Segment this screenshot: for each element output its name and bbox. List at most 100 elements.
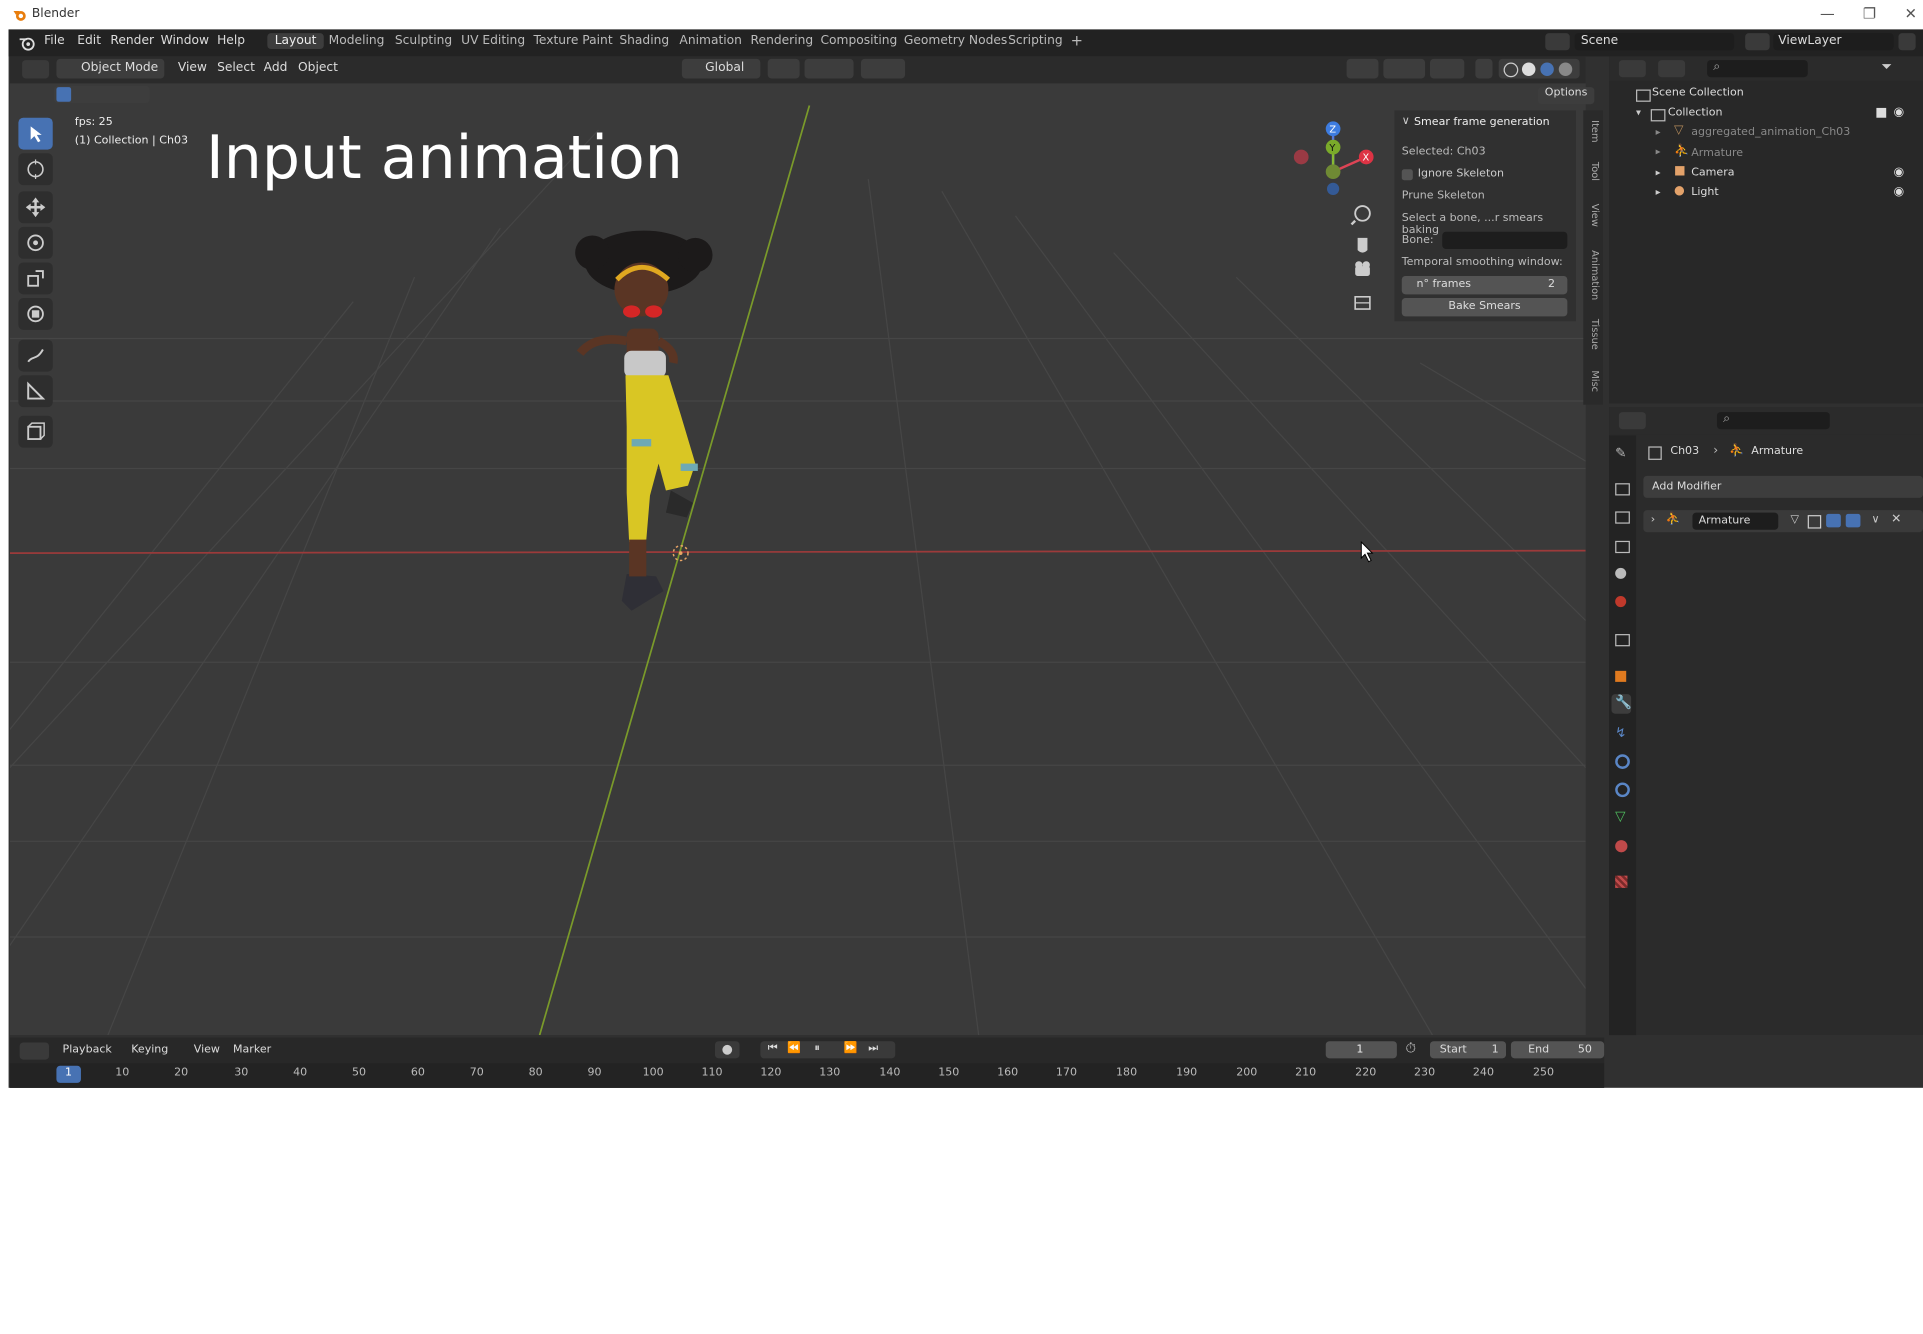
playback-controls[interactable]: ⏮ ⏪ ⏸ ⏩ ⏭: [760, 1041, 896, 1059]
chevron-down-icon[interactable]: ∨: [1871, 514, 1879, 526]
modifier-toggle-icons[interactable]: ▽: [1791, 513, 1865, 529]
view-layer-selector-icon[interactable]: [1745, 33, 1770, 51]
tab-geometry-nodes[interactable]: Geometry Nodes: [901, 34, 1009, 47]
pivot-point-icon[interactable]: [767, 58, 800, 79]
particles-tab-icon[interactable]: ↯: [1615, 725, 1626, 741]
collection-checkbox[interactable]: [1876, 107, 1887, 118]
timeline-menu-keying[interactable]: Keying: [131, 1044, 168, 1056]
tab-tissue[interactable]: Tissue: [1586, 319, 1600, 350]
viewport-menu-object[interactable]: Object: [298, 61, 338, 74]
view-layer-tab-icon[interactable]: [1615, 540, 1630, 554]
start-frame-field[interactable]: Start 1: [1429, 1041, 1507, 1059]
timeline-editor-type-icon[interactable]: [19, 1042, 50, 1060]
transform-tool[interactable]: [18, 298, 53, 330]
tab-layout[interactable]: Layout: [267, 33, 324, 50]
bone-field[interactable]: [1442, 231, 1568, 249]
timeline-menu-view[interactable]: View: [194, 1044, 220, 1056]
frames-field[interactable]: n° frames 2: [1401, 275, 1568, 295]
blender-menu-icon[interactable]: [18, 34, 35, 51]
tool-tab-icon[interactable]: ✎: [1615, 445, 1626, 461]
viewport-options-button[interactable]: Options: [1537, 87, 1595, 105]
scale-tool[interactable]: [18, 262, 53, 295]
proportional-editing-icon[interactable]: [860, 58, 906, 79]
overlay-toggle-icon[interactable]: [1429, 58, 1465, 79]
visibility-icon[interactable]: [1346, 58, 1379, 79]
expand-item-icon[interactable]: ▸: [1656, 146, 1661, 157]
eye-icon[interactable]: ◉: [1894, 185, 1905, 198]
viewport-menu-select[interactable]: Select: [217, 61, 255, 74]
rotate-tool[interactable]: [18, 226, 53, 259]
stopwatch-icon[interactable]: ⏱: [1405, 1040, 1416, 1057]
tab-view[interactable]: View: [1586, 204, 1600, 227]
tab-animation[interactable]: Animation: [677, 34, 744, 47]
menu-edit[interactable]: Edit: [77, 34, 101, 47]
annotate-tool[interactable]: [18, 339, 53, 372]
tab-tool[interactable]: Tool: [1586, 162, 1600, 181]
shading-mode-icons[interactable]: [1498, 58, 1580, 79]
constraints-tab-icon[interactable]: [1615, 782, 1630, 798]
material-tab-icon[interactable]: [1615, 840, 1628, 853]
snapping-icon[interactable]: [804, 58, 854, 79]
properties-search-input[interactable]: ⌕: [1716, 412, 1830, 430]
chevron-right-icon[interactable]: ›: [1651, 514, 1655, 526]
viewport-menu-view[interactable]: View: [178, 61, 207, 74]
tab-sculpting[interactable]: Sculpting: [392, 34, 454, 47]
navigation-gizmo[interactable]: Z Y X: [1290, 118, 1381, 196]
current-frame-field[interactable]: 1: [1325, 1041, 1397, 1059]
chevron-down-icon[interactable]: ∨: [1402, 115, 1410, 127]
pause-icon[interactable]: ⏸: [814, 1042, 820, 1054]
texture-tab-icon[interactable]: [1615, 875, 1628, 888]
data-tab-icon[interactable]: ▽: [1615, 808, 1625, 824]
view-layer-options-icon[interactable]: [1898, 33, 1916, 51]
selection-mode-icons[interactable]: [53, 85, 150, 104]
expand-item-icon[interactable]: ▸: [1656, 126, 1661, 137]
tab-misc[interactable]: Misc: [1586, 370, 1600, 392]
xray-toggle-icon[interactable]: [1475, 58, 1493, 79]
add-cube-tool[interactable]: [18, 415, 53, 448]
ignore-skeleton-checkbox[interactable]: [1401, 169, 1413, 181]
tab-modeling[interactable]: Modeling: [326, 34, 387, 47]
eye-icon[interactable]: ◉: [1894, 105, 1905, 118]
tab-shading[interactable]: Shading: [617, 34, 672, 47]
menu-render[interactable]: Render: [110, 34, 154, 47]
bake-smears-button[interactable]: Bake Smears: [1401, 298, 1568, 317]
add-modifier-button[interactable]: Add Modifier: [1643, 475, 1923, 498]
physics-tab-icon[interactable]: [1615, 754, 1630, 769]
filter-icon[interactable]: ⏷: [1881, 59, 1892, 76]
tab-animation-panel[interactable]: Animation: [1586, 250, 1600, 300]
render-tab-icon[interactable]: [1615, 483, 1630, 496]
cursor-tool[interactable]: [18, 153, 53, 186]
collection-label[interactable]: Collection: [1668, 107, 1723, 119]
outliner-search-input[interactable]: ⌕: [1707, 60, 1808, 78]
expand-item-icon[interactable]: ▸: [1656, 167, 1661, 178]
editor-type-icon[interactable]: [22, 60, 50, 79]
end-frame-field[interactable]: End 50: [1510, 1041, 1605, 1059]
tab-scripting[interactable]: Scripting: [1006, 34, 1065, 47]
jump-start-icon[interactable]: ⏮: [768, 1042, 778, 1054]
menu-file[interactable]: File: [44, 34, 65, 47]
expand-item-icon[interactable]: ▸: [1656, 186, 1661, 197]
tab-item[interactable]: Item: [1586, 120, 1600, 142]
scene-selector-icon[interactable]: [1545, 33, 1570, 51]
timeline-menu-playback[interactable]: Playback: [63, 1044, 112, 1056]
breadcrumb-object[interactable]: Ch03: [1670, 445, 1699, 457]
tab-texture-paint[interactable]: Texture Paint: [531, 34, 615, 47]
outliner-item-light[interactable]: Light: [1691, 186, 1719, 198]
outliner-item-armature[interactable]: Armature: [1691, 147, 1743, 159]
outliner-item-camera[interactable]: Camera: [1691, 167, 1734, 179]
prev-keyframe-icon[interactable]: ⏪: [787, 1042, 801, 1054]
panel-header[interactable]: Smear frame generation: [1414, 117, 1550, 129]
modifier-tab[interactable]: 🔧: [1611, 694, 1632, 714]
viewport-menu-add[interactable]: Add: [264, 61, 288, 74]
world-tab-icon[interactable]: [1615, 596, 1627, 608]
outliner-editor-type-icon[interactable]: [1618, 60, 1646, 78]
gizmo-toggle-icon[interactable]: [1383, 58, 1426, 79]
output-tab-icon[interactable]: [1615, 511, 1630, 524]
minimize-icon[interactable]: —: [1820, 5, 1835, 22]
remove-modifier-icon[interactable]: ✕: [1891, 513, 1901, 526]
playhead[interactable]: 1: [56, 1065, 81, 1083]
object-tab-icon[interactable]: [1615, 670, 1627, 682]
breadcrumb-data[interactable]: Armature: [1751, 445, 1803, 457]
outliner-item-aggregated[interactable]: aggregated_animation_Ch03: [1691, 126, 1850, 138]
add-workspace-icon[interactable]: +: [1068, 32, 1085, 49]
